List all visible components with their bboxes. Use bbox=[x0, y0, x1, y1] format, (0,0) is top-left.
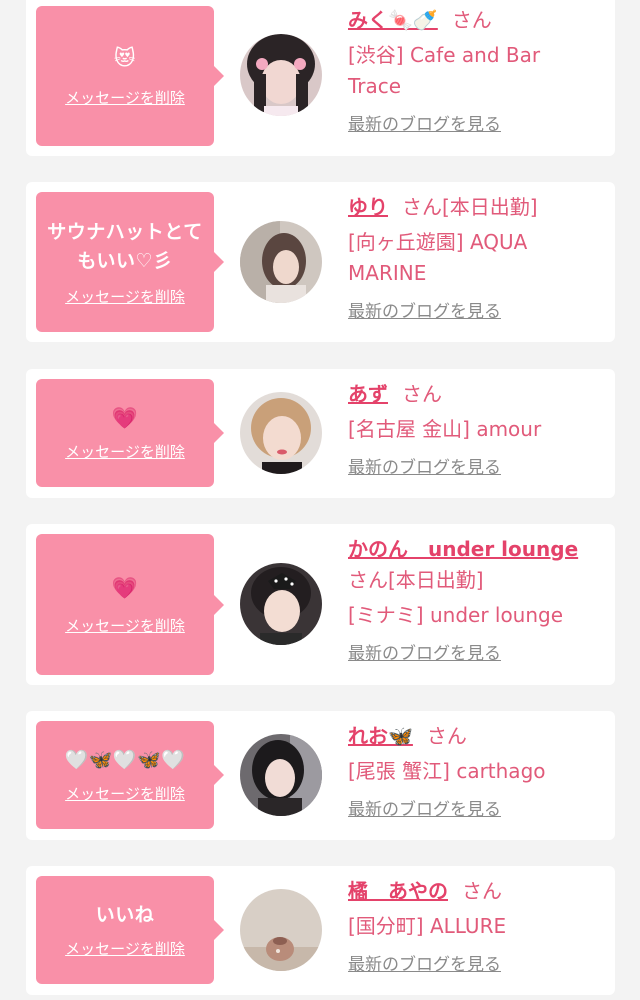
message-text: サウナハットとてもいい♡彡 bbox=[47, 220, 203, 272]
honorific: さん bbox=[402, 195, 442, 219]
delete-message-link[interactable]: メッセージを削除 bbox=[65, 286, 185, 307]
favorite-message-list: 😻 メッセージを削除 みく🍬🍼 さん [渋谷] Cafe and Bar Trac… bbox=[0, 0, 640, 1000]
name-row: みく🍬🍼 さん bbox=[348, 5, 598, 36]
shop-name: [向ヶ丘遊園] AQUA MARINE bbox=[348, 230, 528, 285]
blog-link[interactable]: 最新のブログを見る bbox=[348, 639, 501, 670]
cast-name-link[interactable]: あず bbox=[348, 382, 388, 406]
delete-message-link[interactable]: メッセージを削除 bbox=[65, 783, 185, 804]
message-bubble: 💗 メッセージを削除 bbox=[36, 534, 224, 675]
delete-message-link[interactable]: メッセージを削除 bbox=[65, 615, 185, 636]
list-item: 😻 メッセージを削除 みく🍬🍼 さん [渋谷] Cafe and Bar Trac… bbox=[26, 0, 615, 156]
avatar-photo-icon bbox=[240, 889, 322, 971]
list-item: 💗 メッセージを削除 かのん under lounge さん[本日出勤] [ミナミ… bbox=[26, 524, 615, 685]
shop-name: [名古屋 金山] amour bbox=[348, 417, 542, 441]
list-item: サウナハットとてもいい♡彡 メッセージを削除 ゆり さん[本日出勤] [向ヶ丘遊園… bbox=[26, 182, 615, 342]
message-bubble: サウナハットとてもいい♡彡 メッセージを削除 bbox=[36, 192, 224, 332]
name-row: れお🦋 さん bbox=[348, 721, 598, 752]
cast-info: あず さん [名古屋 金山] amour 最新のブログを見る bbox=[348, 379, 598, 484]
shop-name: [ミナミ] under lounge bbox=[348, 603, 564, 627]
message-bubble: 😻 メッセージを削除 bbox=[36, 6, 224, 146]
blog-link[interactable]: 最新のブログを見る bbox=[348, 950, 501, 981]
message-bubble: いいね メッセージを削除 bbox=[36, 876, 224, 984]
cast-info: ゆり さん[本日出勤] [向ヶ丘遊園] AQUA MARINE 最新のブログを見る bbox=[348, 192, 598, 328]
cast-info: みく🍬🍼 さん [渋谷] Cafe and Bar Trace 最新のブログを見る bbox=[348, 5, 598, 141]
shop-name: [尾張 蟹江] carthago bbox=[348, 759, 546, 783]
name-row: 橘 あやの さん bbox=[348, 876, 598, 907]
honorific: さん bbox=[426, 724, 467, 748]
avatar[interactable] bbox=[240, 221, 322, 303]
avatar[interactable] bbox=[240, 34, 322, 116]
name-row: あず さん bbox=[348, 379, 598, 410]
avatar-photo-icon bbox=[240, 563, 322, 645]
avatar-photo-icon bbox=[240, 392, 322, 474]
message-text: 💗 bbox=[111, 575, 139, 600]
cast-name-link[interactable]: みく🍬🍼 bbox=[348, 8, 438, 32]
avatar[interactable] bbox=[240, 734, 322, 816]
avatar-photo-icon bbox=[240, 734, 322, 816]
message-text: 💗 bbox=[111, 406, 139, 430]
cast-info: れお🦋 さん [尾張 蟹江] carthago 最新のブログを見る bbox=[348, 721, 598, 826]
honorific: さん bbox=[462, 879, 502, 903]
message-text: いいね bbox=[95, 904, 155, 926]
cast-name-link[interactable]: かのん under lounge bbox=[348, 537, 578, 561]
message-text: 😻 bbox=[113, 46, 137, 70]
blog-link[interactable]: 最新のブログを見る bbox=[348, 297, 501, 328]
shop-name: [国分町] ALLURE bbox=[348, 914, 507, 938]
shop-name: [渋谷] Cafe and Bar Trace bbox=[348, 43, 541, 98]
list-item: 🤍🦋🤍🦋🤍 メッセージを削除 れお🦋 さん [尾張 蟹江] carthago 最新… bbox=[26, 711, 615, 840]
delete-message-link[interactable]: メッセージを削除 bbox=[65, 938, 185, 959]
cast-info: 橘 あやの さん [国分町] ALLURE 最新のブログを見る bbox=[348, 876, 598, 981]
list-item: いいね メッセージを削除 橘 あやの さん [国分町] ALLURE 最新のブログ… bbox=[26, 866, 615, 995]
blog-link[interactable]: 最新のブログを見る bbox=[348, 110, 501, 141]
honorific: さん bbox=[451, 8, 492, 32]
cast-info: かのん under lounge さん[本日出勤] [ミナミ] under lou… bbox=[348, 534, 598, 670]
honorific: さん bbox=[348, 568, 388, 592]
blog-link[interactable]: 最新のブログを見る bbox=[348, 453, 501, 484]
message-text: 🤍🦋🤍🦋🤍 bbox=[64, 749, 186, 771]
honorific: さん bbox=[402, 382, 442, 406]
attendance-status: [本日出勤] bbox=[442, 195, 538, 219]
cast-name-link[interactable]: れお🦋 bbox=[348, 724, 413, 748]
list-item: 💗 メッセージを削除 あず さん [名古屋 金山] amour 最新のブログを見る bbox=[26, 369, 615, 498]
delete-message-link[interactable]: メッセージを削除 bbox=[65, 441, 185, 462]
delete-message-link[interactable]: メッセージを削除 bbox=[65, 87, 185, 108]
avatar[interactable] bbox=[240, 392, 322, 474]
message-bubble: 💗 メッセージを削除 bbox=[36, 379, 224, 487]
avatar[interactable] bbox=[240, 889, 322, 971]
avatar[interactable] bbox=[240, 563, 322, 645]
avatar-photo-icon bbox=[240, 34, 322, 116]
message-bubble: 🤍🦋🤍🦋🤍 メッセージを削除 bbox=[36, 721, 224, 829]
avatar-photo-icon bbox=[240, 221, 322, 303]
name-row: ゆり さん[本日出勤] bbox=[348, 192, 598, 223]
attendance-status: [本日出勤] bbox=[388, 568, 484, 592]
name-row: かのん under lounge さん[本日出勤] bbox=[348, 534, 598, 596]
cast-name-link[interactable]: 橘 あやの bbox=[348, 879, 448, 903]
blog-link[interactable]: 最新のブログを見る bbox=[348, 795, 501, 826]
cast-name-link[interactable]: ゆり bbox=[348, 195, 388, 219]
